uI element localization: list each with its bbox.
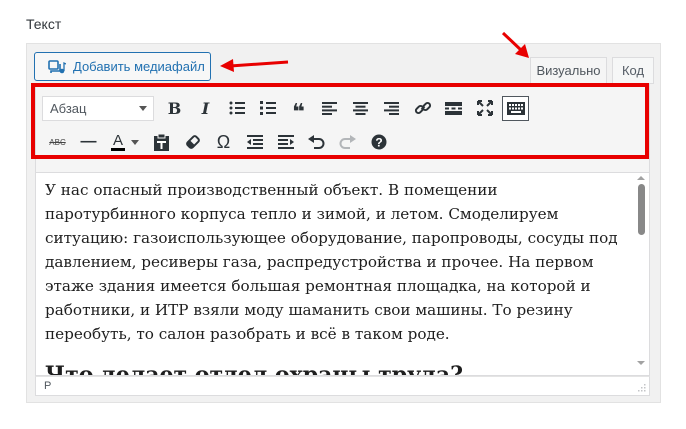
align-center-icon (353, 101, 368, 115)
align-left-icon (322, 101, 337, 115)
bold-button[interactable]: B (159, 94, 190, 122)
strikethrough-button[interactable]: ABC (42, 128, 73, 156)
blockquote-button[interactable]: ❝ (283, 94, 314, 124)
content-scrollbar[interactable] (633, 173, 649, 375)
indent-icon (277, 135, 294, 149)
chevron-down-icon[interactable] (131, 139, 139, 145)
bullet-list-icon (229, 101, 245, 115)
media-icon (48, 59, 66, 75)
redo-button[interactable] (332, 128, 363, 156)
read-more-button[interactable] (438, 94, 469, 122)
clear-formatting-button[interactable] (177, 128, 208, 156)
editor-toolbar: Абзац B I ❝ ABC — A Ω ? (35, 84, 650, 172)
toolbar-row-2: ABC — A Ω ? (42, 128, 394, 156)
tab-visual[interactable]: Визуально (530, 57, 607, 84)
undo-icon (308, 134, 325, 149)
redo-icon (339, 134, 356, 149)
chevron-down-icon (139, 105, 147, 111)
fullscreen-icon (476, 100, 493, 116)
editor-content[interactable]: У нас опасный производственный объект. В… (35, 172, 650, 376)
content-heading: Что делает отдел охраны труда? (45, 362, 464, 376)
element-path[interactable]: P (44, 380, 51, 392)
outdent-button[interactable] (239, 128, 270, 156)
horizontal-line-button[interactable]: — (73, 128, 104, 156)
numbered-list-button[interactable] (252, 94, 283, 122)
keyboard-icon (506, 101, 525, 115)
format-select[interactable]: Абзац (42, 95, 154, 121)
outdent-icon (246, 135, 263, 149)
add-media-button[interactable]: Добавить медиафайл (34, 52, 211, 81)
text-color-button[interactable]: A (104, 128, 146, 156)
paste-as-text-button[interactable] (146, 128, 177, 156)
undo-button[interactable] (301, 128, 332, 156)
scroll-up-icon[interactable] (637, 176, 645, 180)
resize-handle-icon[interactable] (637, 383, 646, 392)
bullet-list-button[interactable] (221, 94, 252, 122)
add-media-label: Добавить медиафайл (73, 59, 205, 74)
help-button[interactable]: ? (363, 128, 394, 156)
annotation-arrow-down (501, 31, 529, 58)
eraser-icon (185, 135, 200, 149)
fullscreen-button[interactable] (469, 94, 500, 122)
text-color-label: A (112, 132, 123, 149)
tab-code[interactable]: Код (612, 57, 654, 84)
link-button[interactable] (407, 94, 438, 122)
align-center-button[interactable] (345, 94, 376, 122)
editor-statusbar: P (35, 376, 650, 396)
link-icon (414, 101, 431, 115)
toolbar-row-1: Абзац B I ❝ (42, 94, 531, 124)
field-label: Текст (26, 16, 62, 32)
help-icon: ? (371, 134, 386, 150)
clipboard-icon (154, 133, 169, 151)
scroll-thumb[interactable] (638, 184, 645, 235)
italic-button[interactable]: I (190, 94, 221, 122)
format-select-value: Абзац (50, 100, 87, 116)
align-left-button[interactable] (314, 94, 345, 122)
numbered-list-icon (259, 101, 276, 115)
annotation-arrow-left (220, 59, 289, 72)
svg-text:?: ? (375, 136, 382, 150)
text-color-swatch (111, 148, 125, 151)
special-character-button[interactable]: Ω (208, 128, 239, 156)
align-right-icon (384, 101, 399, 115)
align-right-button[interactable] (376, 94, 407, 122)
content-paragraph: У нас опасный производственный объект. В… (45, 181, 618, 343)
indent-button[interactable] (270, 128, 301, 156)
read-more-icon (445, 101, 462, 115)
scroll-down-icon[interactable] (637, 361, 645, 365)
toolbar-toggle-button[interactable] (502, 95, 529, 121)
